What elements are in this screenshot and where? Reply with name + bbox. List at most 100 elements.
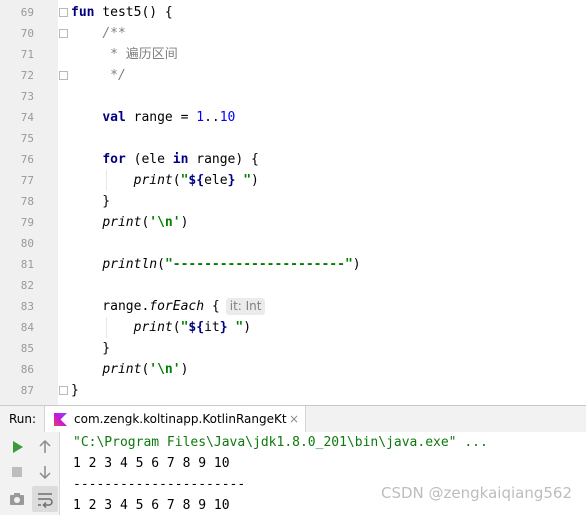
- code-text: range.forEach {it: Int: [71, 296, 266, 317]
- code-token: ": [227, 320, 244, 335]
- code-token: }: [71, 341, 111, 356]
- code-token: (: [172, 173, 181, 188]
- line-number: 83: [20, 300, 34, 313]
- line-number: 73: [20, 90, 34, 103]
- code-line[interactable]: 80: [0, 233, 586, 254]
- kotlin-icon: [54, 413, 67, 426]
- code-token: '\n': [149, 215, 181, 230]
- line-number: 86: [20, 363, 34, 376]
- code-text: /**: [71, 23, 125, 44]
- code-token: }: [71, 383, 79, 398]
- code-line[interactable]: 72 */: [0, 65, 586, 86]
- line-number: 81: [20, 258, 34, 271]
- line-number: 75: [20, 132, 34, 145]
- code-token: range.: [71, 299, 150, 314]
- up-arrow-icon[interactable]: [34, 436, 56, 458]
- code-token: (: [157, 257, 165, 272]
- code-editor[interactable]: 69 fun test5() {70 /** 71 * 遍历区间 72 */73 74 …: [0, 0, 586, 405]
- code-line[interactable]: 74 val range = 1..10: [0, 107, 586, 128]
- code-token: in: [172, 152, 189, 167]
- soft-wrap-button[interactable]: [32, 486, 58, 512]
- code-text: fun test5() {: [71, 2, 173, 23]
- line-number: 78: [20, 195, 34, 208]
- code-token: {: [204, 299, 220, 314]
- code-line[interactable]: 77 print("${ele} "): [0, 170, 586, 191]
- line-number: 76: [20, 153, 34, 166]
- code-line[interactable]: 87}: [0, 380, 586, 401]
- console-divider-line: ----------------------: [73, 477, 246, 492]
- run-icon[interactable]: [6, 436, 28, 458]
- line-number: 79: [20, 216, 34, 229]
- stop-icon[interactable]: [6, 461, 28, 483]
- line-number: 71: [20, 48, 34, 61]
- run-toolbar: [0, 432, 60, 515]
- code-token: *: [110, 47, 126, 62]
- line-number: 74: [20, 111, 34, 124]
- code-token: "----------------------": [164, 257, 353, 272]
- code-token: ${: [188, 320, 205, 335]
- code-token: ..: [204, 110, 220, 125]
- fold-marker[interactable]: [59, 29, 68, 38]
- code-line[interactable]: 84 print("${it} "): [0, 317, 586, 338]
- code-token: it: [204, 320, 220, 335]
- code-token: ): [180, 362, 189, 377]
- code-line[interactable]: 76 for (ele in range) {: [0, 149, 586, 170]
- indent-guide: [106, 317, 107, 338]
- code-line[interactable]: 81 println("----------------------"): [0, 254, 586, 275]
- code-token: 10: [219, 110, 236, 125]
- code-line[interactable]: 73: [0, 86, 586, 107]
- code-line[interactable]: 70 /**: [0, 23, 586, 44]
- code-token: '\n': [149, 362, 181, 377]
- code-line[interactable]: 78 }: [0, 191, 586, 212]
- code-text: print("${ele} "): [71, 170, 259, 191]
- camera-icon[interactable]: [6, 488, 28, 510]
- code-token: fun: [71, 5, 95, 20]
- line-number: 80: [20, 237, 34, 250]
- code-token: 遍历区间: [125, 47, 178, 62]
- code-token: for: [102, 152, 126, 167]
- line-number: 72: [20, 69, 34, 82]
- code-text: println("----------------------"): [71, 254, 361, 275]
- code-line[interactable]: 83 range.forEach {it: Int: [0, 296, 586, 317]
- code-token: print: [102, 362, 142, 377]
- code-token: ): [352, 257, 361, 272]
- fold-marker[interactable]: [59, 386, 68, 395]
- code-token: print: [102, 215, 142, 230]
- code-token: (ele: [125, 152, 173, 167]
- code-text: print('\n'): [71, 359, 188, 380]
- down-arrow-icon[interactable]: [34, 461, 56, 483]
- code-token: (: [172, 320, 181, 335]
- code-line[interactable]: 79 print('\n'): [0, 212, 586, 233]
- code-line[interactable]: 82: [0, 275, 586, 296]
- code-line[interactable]: 75: [0, 128, 586, 149]
- code-token: 1: [196, 110, 205, 125]
- code-token: ): [180, 215, 189, 230]
- code-token: ): [251, 173, 259, 188]
- code-token: range =: [125, 110, 197, 125]
- code-text: }: [71, 380, 79, 401]
- code-token: ": [235, 173, 252, 188]
- fold-marker[interactable]: [59, 8, 68, 17]
- code-text: }: [71, 338, 110, 359]
- code-line[interactable]: 85 }: [0, 338, 586, 359]
- code-line[interactable]: 86 print('\n'): [0, 359, 586, 380]
- indent-guide: [106, 170, 107, 191]
- code-text: */: [71, 65, 126, 86]
- watermark: CSDN @zengkaiqiang562: [381, 484, 572, 502]
- fold-marker[interactable]: [59, 71, 68, 80]
- close-icon[interactable]: ×: [289, 406, 299, 433]
- code-line[interactable]: 69 fun test5() {: [0, 2, 586, 23]
- console-output-line: 1 2 3 4 5 6 7 8 9 10: [73, 498, 230, 513]
- code-token: forEach: [149, 299, 205, 314]
- code-line[interactable]: 71 * 遍历区间: [0, 44, 586, 65]
- run-tab-label: com.zengk.koltinapp.KotlinRangeKt: [74, 412, 287, 426]
- code-text: for (ele in range) {: [71, 149, 259, 170]
- run-config-tab[interactable]: com.zengk.koltinapp.KotlinRangeKt ×: [44, 406, 306, 433]
